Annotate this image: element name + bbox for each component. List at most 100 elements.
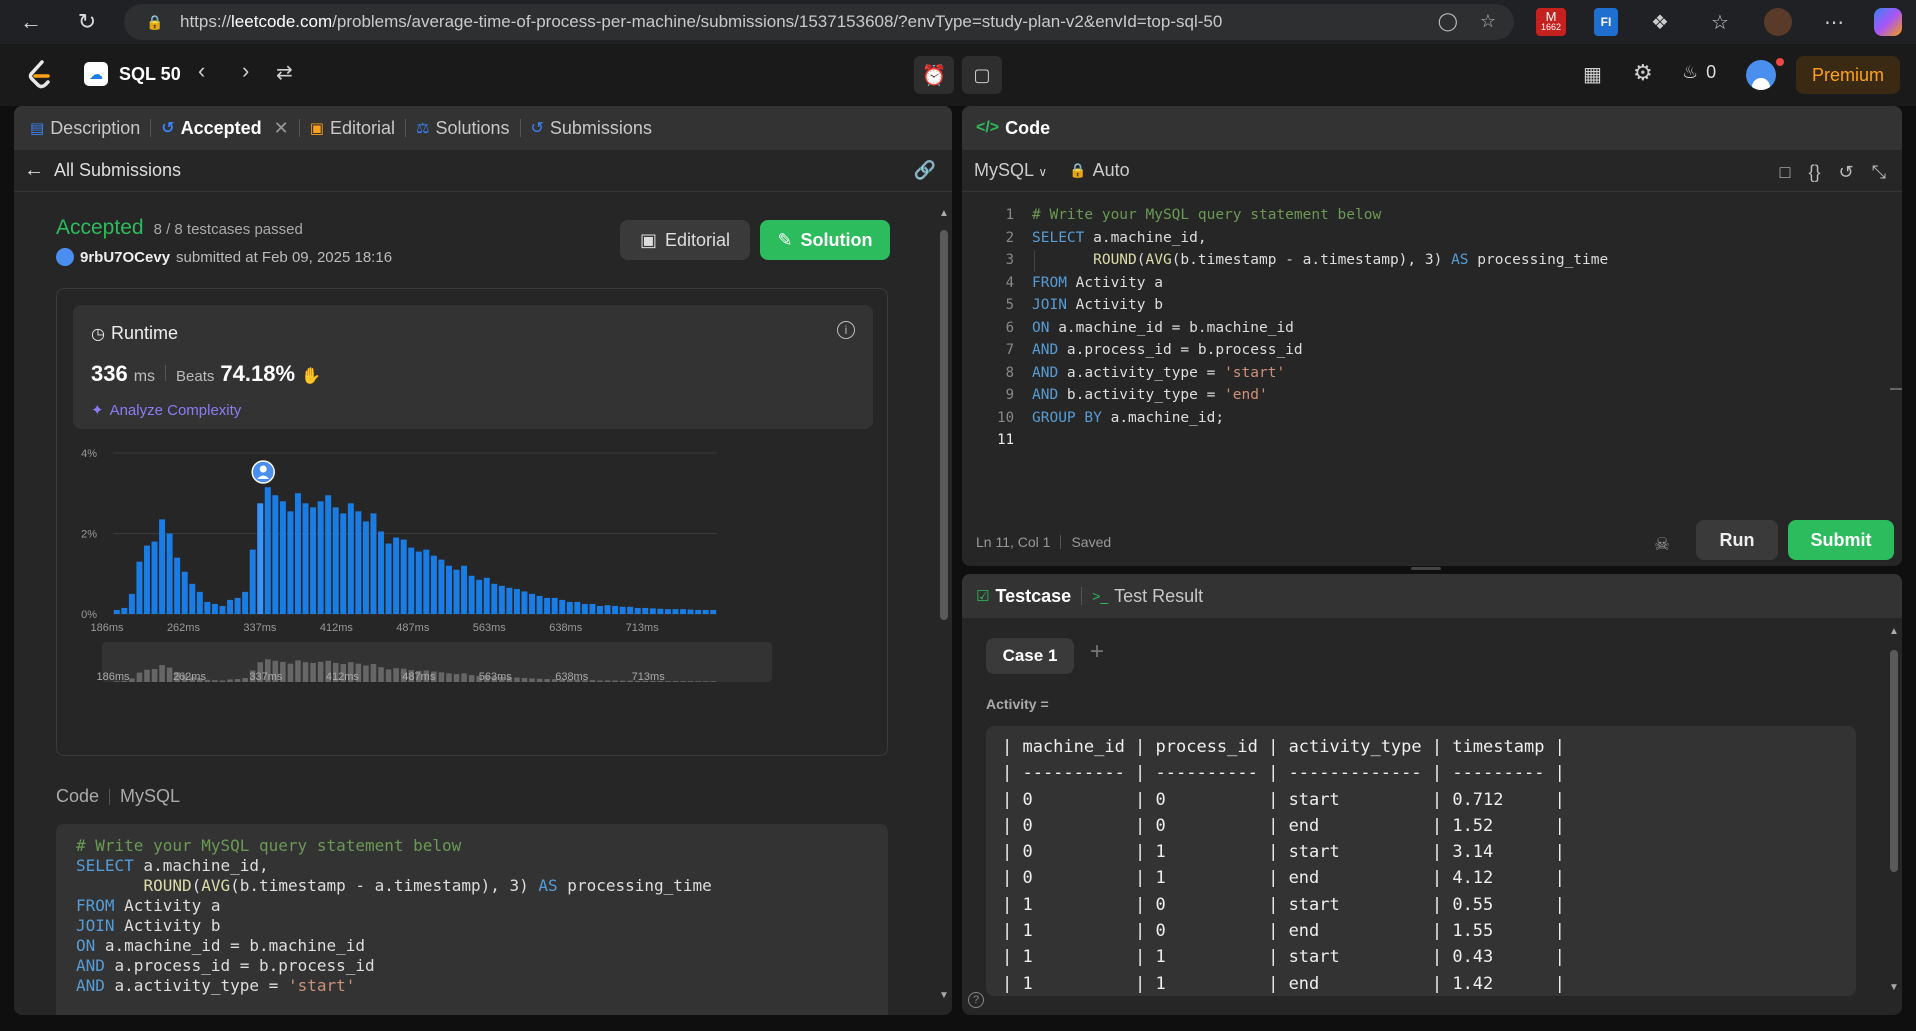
- editorial-button[interactable]: ▣ Editorial: [620, 220, 750, 260]
- profile-avatar[interactable]: [1764, 8, 1792, 36]
- favorites-icon[interactable]: ☆: [1708, 8, 1732, 36]
- add-case-icon[interactable]: +: [1090, 638, 1104, 666]
- study-plan-title[interactable]: SQL 50: [119, 64, 181, 85]
- histogram-bar: [597, 605, 603, 614]
- histogram-bar: [408, 547, 415, 614]
- left-scrollbar[interactable]: ▲ ▼: [936, 192, 952, 1015]
- panel-resize-handle[interactable]: [1411, 567, 1441, 570]
- fullscreen-icon[interactable]: ⤡: [1872, 162, 1886, 183]
- navigator-bar: [597, 680, 603, 682]
- tab-accepted[interactable]: ↺ Accepted ✕: [151, 106, 299, 150]
- testcase-scrollbar[interactable]: ▲ ▼: [1886, 626, 1902, 1006]
- user-avatar[interactable]: [1746, 60, 1776, 90]
- editor-code-line: FROM Activity a: [1032, 274, 1163, 291]
- back-arrow-icon[interactable]: ←: [24, 159, 44, 182]
- reset-code-icon[interactable]: ↺: [1839, 162, 1854, 183]
- tab-code-label: Code: [1005, 117, 1051, 138]
- layout-grid-icon[interactable]: ▦: [1583, 62, 1602, 87]
- tab-description[interactable]: ▤ Description: [14, 106, 150, 150]
- navigator-bar: [680, 681, 686, 682]
- testcase-table-row: | 1 | 1 | start | 0.43 |: [1002, 947, 1565, 968]
- runtime-distribution-chart: 4%2%0%186ms 262ms 337ms 412ms 487ms 563ms 638m…: [81, 448, 772, 683]
- close-tab-icon[interactable]: ✕: [274, 118, 289, 139]
- analyze-complexity-link[interactable]: ✦ Analyze Complexity: [91, 401, 241, 420]
- tab-solutions[interactable]: ⚖ Solutions: [406, 106, 520, 150]
- submit-button[interactable]: Submit: [1788, 520, 1894, 560]
- all-submissions-link[interactable]: All Submissions: [54, 160, 181, 181]
- tab-test-result[interactable]: >_ Test Result: [1082, 574, 1213, 618]
- histogram-bar: [128, 593, 135, 614]
- editor-scrollbar[interactable]: [1888, 198, 1902, 498]
- more-menu-icon[interactable]: ⋯: [1822, 8, 1846, 36]
- scroll-up-icon[interactable]: ▲: [1889, 626, 1899, 637]
- run-button[interactable]: Run: [1696, 520, 1778, 560]
- case-1-tab[interactable]: Case 1: [986, 638, 1074, 674]
- navigator-bar: [363, 665, 369, 682]
- scroll-down-icon[interactable]: ▼: [1889, 982, 1899, 993]
- terminal-icon: >_: [1092, 588, 1109, 604]
- tab-solutions-label: Solutions: [435, 117, 510, 138]
- shuffle-icon[interactable]: ⇄: [276, 60, 293, 85]
- scroll-up-icon[interactable]: ▲: [939, 209, 949, 219]
- code-editor[interactable]: 1 2 3 4 5 6 7 8 9 10 11 # Write your MySQL query s…: [962, 198, 1902, 498]
- code-content[interactable]: # Write your MySQL query statement below…: [1032, 204, 1608, 452]
- testcase-scroll-thumb[interactable]: [1890, 650, 1898, 872]
- navigator-bar: [242, 678, 248, 682]
- submitted-at: submitted at Feb 09, 2025 18:16: [176, 248, 393, 266]
- prev-problem-icon[interactable]: ‹: [198, 58, 205, 84]
- beats-label: Beats: [176, 368, 215, 385]
- fi-extension[interactable]: FI: [1594, 8, 1618, 36]
- timer-icon[interactable]: ⏰: [914, 56, 954, 94]
- settings-gear-icon[interactable]: ⚙: [1633, 60, 1653, 86]
- favorite-star-icon[interactable]: ☆: [1480, 11, 1496, 32]
- back-arrow-icon[interactable]: ←: [14, 5, 48, 39]
- tab-testcase[interactable]: ☑ Testcase: [962, 574, 1081, 618]
- streak-counter[interactable]: ♨ 0: [1682, 62, 1716, 83]
- sparkle-icon: ✦: [91, 402, 104, 419]
- tab-submissions[interactable]: ↺ Submissions: [521, 106, 662, 150]
- help-icon[interactable]: ?: [968, 992, 984, 1008]
- navigator-bar: [287, 663, 294, 682]
- tab-editorial[interactable]: ▣ Editorial: [300, 106, 405, 150]
- reader-mode-icon[interactable]: ◯: [1438, 11, 1458, 32]
- info-icon[interactable]: i: [837, 321, 855, 339]
- testcase-input-block[interactable]: | machine_id | process_id | activity_typ…: [986, 726, 1856, 996]
- left-scroll-thumb[interactable]: [940, 230, 948, 620]
- navigator-bar: [166, 667, 173, 682]
- next-problem-icon[interactable]: ›: [242, 58, 249, 84]
- histogram-bar: [189, 583, 196, 614]
- scroll-down-icon[interactable]: ▼: [939, 991, 949, 1001]
- gmail-extension[interactable]: M 1662: [1536, 8, 1566, 36]
- debug-bug-icon[interactable]: ☠: [1654, 534, 1670, 555]
- address-bar[interactable]: 🔒 https://leetcode.com/problems/average-…: [124, 4, 1514, 40]
- histogram-bar: [672, 609, 679, 614]
- bookmark-icon[interactable]: □: [1780, 162, 1791, 183]
- histogram-bar: [174, 557, 181, 614]
- line-number: 1: [1005, 207, 1014, 223]
- clock-icon: ◷: [91, 325, 105, 343]
- navigator-bar: [612, 680, 618, 682]
- reload-icon[interactable]: ↻: [70, 5, 104, 39]
- format-braces-icon[interactable]: {}: [1808, 162, 1820, 183]
- beats-value: 74.18%: [220, 361, 296, 386]
- testcase-tab-bar: ☑ Testcase >_ Test Result: [962, 574, 1902, 618]
- submitted-code-block[interactable]: # Write your MySQL query statement below…: [56, 824, 888, 1015]
- submitter-name[interactable]: 9rbU7OCevy: [80, 249, 170, 266]
- histogram-bar: [710, 609, 717, 614]
- tab-code[interactable]: </> Code: [962, 106, 1060, 150]
- line-number: 8: [1005, 364, 1014, 381]
- histogram-bar: [362, 521, 369, 614]
- auto-mode-label[interactable]: Auto: [1093, 160, 1130, 181]
- share-link-icon[interactable]: 🔗: [914, 160, 936, 181]
- histogram-bar: [347, 503, 354, 614]
- copilot-icon[interactable]: [1874, 8, 1902, 36]
- histogram-bar: [166, 533, 173, 614]
- premium-button[interactable]: Premium: [1796, 56, 1900, 94]
- notes-icon[interactable]: ▢: [962, 56, 1002, 94]
- extensions-puzzle-icon[interactable]: ❖: [1648, 8, 1672, 36]
- leetcode-logo-icon[interactable]: [26, 60, 54, 90]
- solution-button[interactable]: ✎ Solution: [760, 220, 890, 260]
- runtime-summary[interactable]: ◷ Runtime i 336 ms Beats 74.18% ✋ ✦ Anal…: [73, 305, 873, 429]
- navigator-bar: [227, 679, 233, 682]
- language-select[interactable]: MySQL ∨: [974, 160, 1047, 181]
